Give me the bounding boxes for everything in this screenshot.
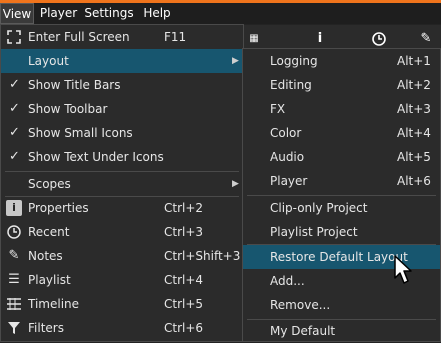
menu-item-layout[interactable]: Layout ▶	[1, 49, 243, 73]
layout-item-logging[interactable]: Logging Alt+1	[243, 49, 440, 73]
submenu-arrow-icon: ▶	[232, 56, 239, 66]
checkmark-icon: ✓	[9, 77, 20, 92]
layout-item-player[interactable]: Player Alt+6	[243, 169, 440, 193]
menu-item-show-small-icons[interactable]: ✓ Show Small Icons	[1, 121, 243, 145]
layout-item-clip-only-project[interactable]: Clip-only Project	[243, 196, 440, 220]
playlist-icon: ☰	[8, 272, 20, 287]
menu-item-timeline[interactable]: Timeline Ctrl+5	[1, 292, 243, 316]
layout-item-playlist-project[interactable]: Playlist Project	[243, 220, 440, 244]
layout-item-remove[interactable]: Remove...	[243, 293, 440, 317]
timeline-icon	[6, 292, 22, 316]
layout-item-editing[interactable]: Editing Alt+2	[243, 73, 440, 97]
submenu-arrow-icon: ▶	[232, 179, 239, 189]
menu-view[interactable]: View	[0, 3, 34, 24]
menu-item-properties[interactable]: i Properties Ctrl+2	[1, 196, 243, 220]
menu-player[interactable]: Player	[36, 3, 81, 24]
layout-item-color[interactable]: Color Alt+4	[243, 121, 440, 145]
info-icon: i	[6, 200, 22, 216]
menu-item-recent[interactable]: Recent Ctrl+3	[1, 220, 243, 244]
checkmark-icon: ✓	[9, 125, 20, 140]
layout-submenu: Logging Alt+1 Editing Alt+2 FX Alt+3 Col…	[242, 48, 441, 342]
menu-item-notes[interactable]: ✎ Notes Ctrl+Shift+3	[1, 244, 243, 268]
layout-item-my-default[interactable]: My Default	[243, 319, 440, 343]
checkmark-icon: ✓	[9, 101, 20, 116]
menu-item-filters[interactable]: Filters Ctrl+6	[1, 316, 243, 340]
clock-icon	[6, 220, 22, 244]
menu-item-show-title-bars[interactable]: ✓ Show Title Bars	[1, 73, 243, 97]
menu-bar: View Player Settings Help	[0, 3, 441, 24]
menu-item-show-toolbar[interactable]: ✓ Show Toolbar	[1, 97, 243, 121]
mouse-pointer-icon	[394, 255, 412, 284]
menu-item-show-text-under-icons[interactable]: ✓ Show Text Under Icons	[1, 145, 243, 169]
checkmark-icon: ✓	[9, 149, 20, 164]
fullscreen-icon	[6, 25, 22, 49]
view-menu: Enter Full Screen F11 Layout ▶ ✓ Show Ti…	[0, 24, 244, 342]
menu-item-enter-full-screen[interactable]: Enter Full Screen F11	[1, 25, 243, 49]
menu-item-playlist[interactable]: ☰ Playlist Ctrl+4	[1, 268, 243, 292]
menu-help[interactable]: Help	[137, 3, 177, 24]
filter-icon	[6, 316, 22, 340]
menu-item-scopes[interactable]: Scopes ▶	[1, 172, 243, 196]
layout-item-fx[interactable]: FX Alt+3	[243, 97, 440, 121]
notes-icon: ✎	[8, 248, 20, 263]
layout-item-audio[interactable]: Audio Alt+5	[243, 145, 440, 169]
menu-settings[interactable]: Settings	[83, 3, 135, 24]
